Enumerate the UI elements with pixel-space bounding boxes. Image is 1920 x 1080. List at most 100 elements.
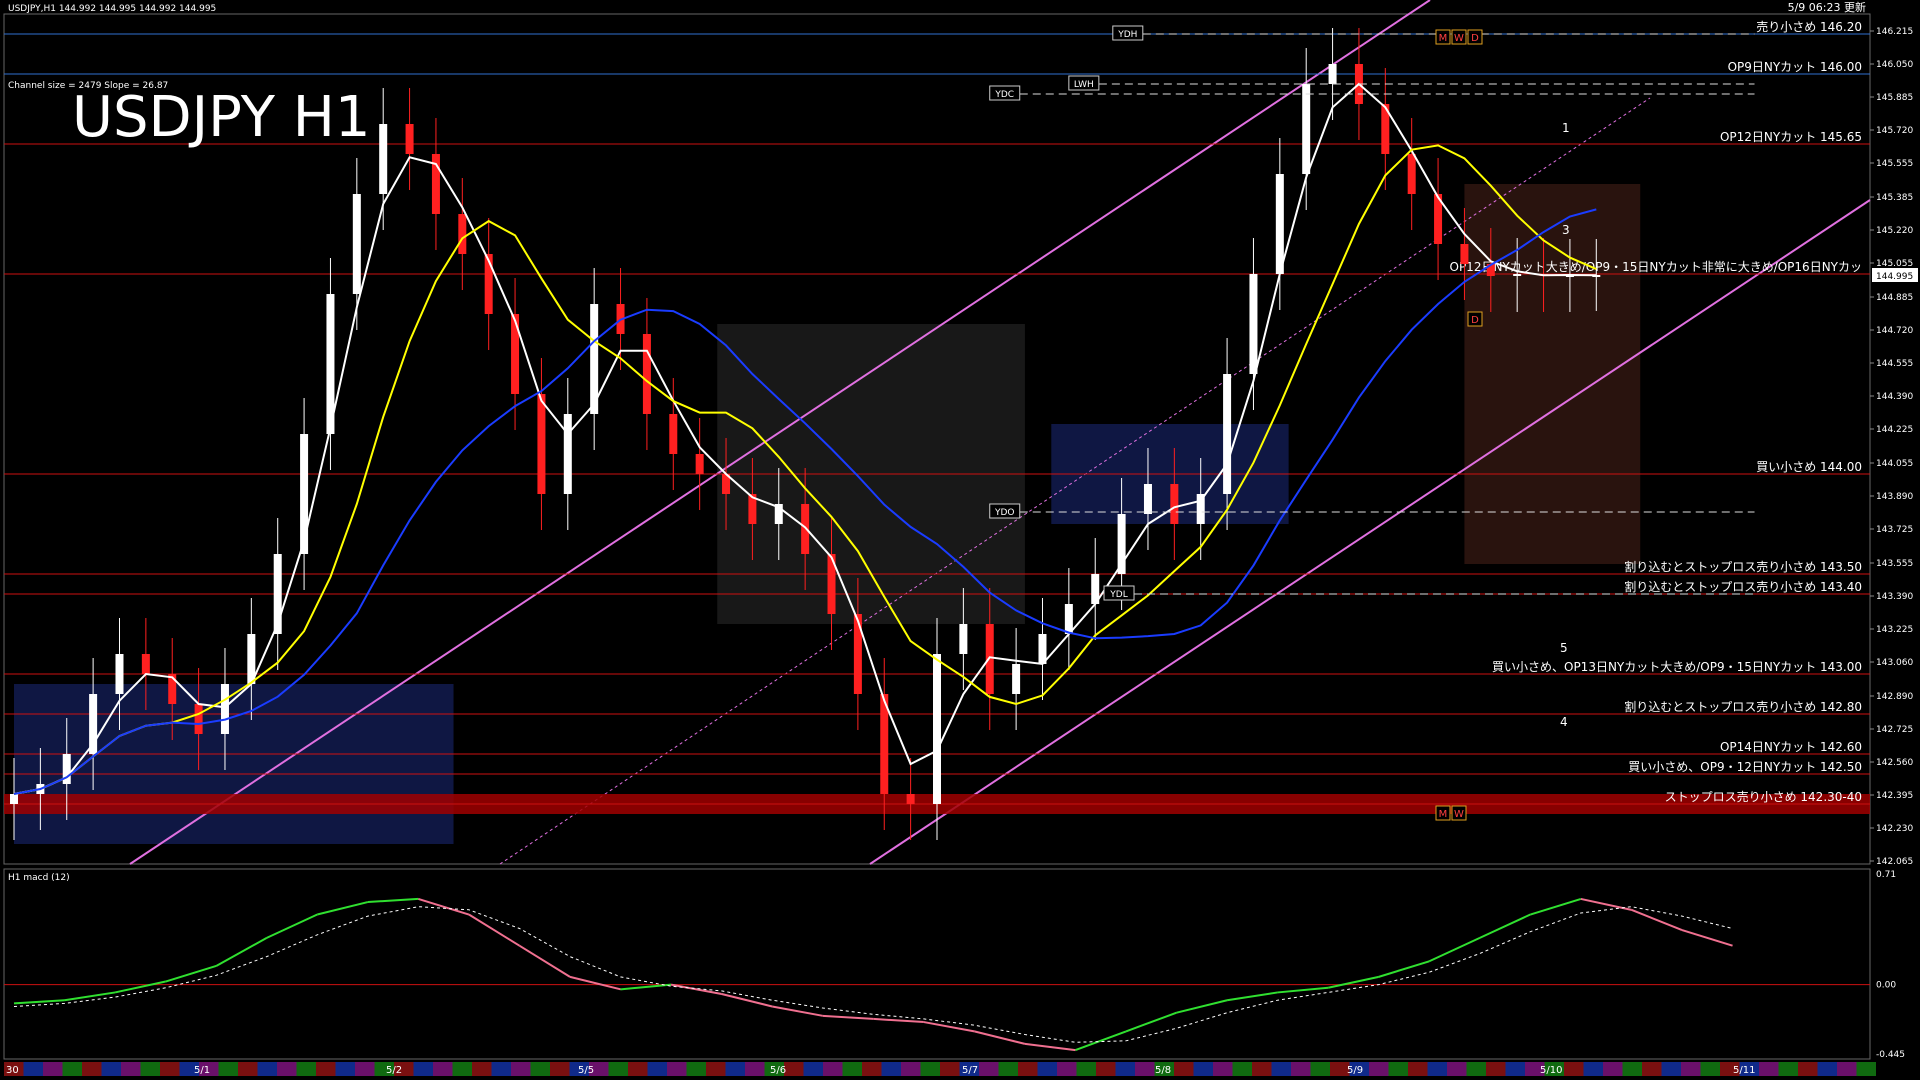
level-label-9: OP14日NYカット 142.60 bbox=[1720, 740, 1862, 754]
session-block bbox=[511, 1062, 531, 1076]
ytick-label-24: 142.230 bbox=[1876, 824, 1913, 834]
ytick-label-14: 143.890 bbox=[1876, 492, 1913, 502]
session-block bbox=[979, 1062, 999, 1076]
level-label-7: 買い小さめ、OP13日NYカット大きめ/OP9・15日NYカット 143.00 bbox=[1492, 660, 1862, 674]
ytick-label-20: 142.890 bbox=[1876, 692, 1913, 702]
xtick-label-0: 30 bbox=[6, 1065, 19, 1076]
session-block bbox=[1271, 1062, 1291, 1076]
candle-body bbox=[1249, 274, 1258, 374]
session-block bbox=[686, 1062, 706, 1076]
ytick-label-6: 145.220 bbox=[1876, 226, 1913, 236]
session-block bbox=[1076, 1062, 1096, 1076]
candle-body bbox=[220, 684, 229, 734]
ytick-label-22: 142.560 bbox=[1876, 758, 1913, 768]
ytick-label-10: 144.555 bbox=[1876, 359, 1913, 369]
session-block bbox=[257, 1062, 277, 1076]
updated-time: 5/9 06:23 更新 bbox=[1788, 0, 1866, 14]
session-block bbox=[43, 1062, 63, 1076]
big-title: USDJPY H1 bbox=[72, 85, 370, 150]
session-block bbox=[62, 1062, 82, 1076]
candle-body bbox=[933, 654, 941, 804]
level-label-8: 割り込むとストップロス売り小さめ 142.80 bbox=[1624, 699, 1862, 714]
level-label-10: 買い小さめ、OP9・12日NYカット 142.50 bbox=[1628, 760, 1862, 774]
candle-body bbox=[1223, 374, 1232, 494]
session-block bbox=[920, 1062, 940, 1076]
candle-body bbox=[1302, 84, 1311, 174]
session-block bbox=[901, 1062, 921, 1076]
level-label-1: OP9日NYカット 146.00 bbox=[1728, 60, 1862, 74]
candle-body bbox=[1143, 484, 1152, 514]
session-block bbox=[335, 1062, 355, 1076]
session-block bbox=[1681, 1062, 1701, 1076]
candle-body bbox=[1275, 174, 1284, 274]
xtick-label-9: 5/11 bbox=[1733, 1065, 1755, 1076]
session-block bbox=[998, 1062, 1018, 1076]
session-block bbox=[803, 1062, 823, 1076]
level-label-3: OP12日NYカット大きめ/OP9・15日NYカット非常に大きめ/OP16日NY… bbox=[1450, 260, 1863, 274]
wave-label-3: 4 bbox=[1560, 715, 1568, 729]
session-block bbox=[725, 1062, 745, 1076]
candle-body bbox=[959, 624, 968, 654]
session-block bbox=[1603, 1062, 1623, 1076]
session-block bbox=[1837, 1062, 1857, 1076]
level-label-2: OP12日NYカット 145.65 bbox=[1720, 130, 1862, 144]
session-block bbox=[1505, 1062, 1525, 1076]
ytick-label-16: 143.555 bbox=[1876, 559, 1913, 569]
candle-body bbox=[1170, 484, 1179, 524]
session-block bbox=[1018, 1062, 1038, 1076]
xtick-label-8: 5/10 bbox=[1540, 1065, 1562, 1076]
ytick-label-19: 143.060 bbox=[1876, 658, 1913, 668]
session-block bbox=[491, 1062, 511, 1076]
session-block bbox=[1310, 1062, 1330, 1076]
time-axis: 30 5/1 5/2 5/5 5/6 5/7 5/8 5/9 5/10 5/11 bbox=[4, 1062, 1876, 1076]
level-label-6: 割り込むとストップロス売り小さめ 143.40 bbox=[1624, 579, 1862, 594]
session-block bbox=[1213, 1062, 1233, 1076]
session-block bbox=[238, 1062, 258, 1076]
session-block bbox=[140, 1062, 160, 1076]
session-block bbox=[667, 1062, 687, 1076]
session-block bbox=[1564, 1062, 1584, 1076]
session-block bbox=[101, 1062, 121, 1076]
level-label-0: 売り小さめ 146.20 bbox=[1756, 19, 1862, 34]
session-block bbox=[316, 1062, 336, 1076]
session-block bbox=[472, 1062, 492, 1076]
candle-body bbox=[1012, 664, 1021, 694]
marker-label-0: YDH bbox=[1117, 30, 1137, 40]
session-block bbox=[121, 1062, 141, 1076]
macd-ytick-0: 0.71 bbox=[1876, 870, 1896, 880]
ytick-label-21: 142.725 bbox=[1876, 725, 1913, 735]
session-block bbox=[1037, 1062, 1057, 1076]
session-block bbox=[1193, 1062, 1213, 1076]
session-block bbox=[706, 1062, 726, 1076]
candle-body bbox=[300, 434, 309, 554]
badge-label-5: D bbox=[1471, 315, 1479, 326]
ytick-label-15: 143.725 bbox=[1876, 525, 1913, 535]
marker-label-3: YDO bbox=[994, 508, 1015, 518]
ytick-label-12: 144.225 bbox=[1876, 425, 1913, 435]
wave-label-2: 5 bbox=[1560, 641, 1568, 655]
session-block bbox=[1447, 1062, 1467, 1076]
candle-body bbox=[10, 794, 18, 804]
session-block bbox=[784, 1062, 804, 1076]
candle-body bbox=[563, 414, 572, 494]
ytick-label-18: 143.225 bbox=[1876, 625, 1913, 635]
session-block bbox=[1291, 1062, 1311, 1076]
session-block bbox=[23, 1062, 43, 1076]
badge-label-1: W bbox=[1454, 33, 1464, 44]
macd-label: H1 macd (12) bbox=[8, 873, 70, 883]
session-block bbox=[1642, 1062, 1662, 1076]
ytick-label-8: 144.885 bbox=[1876, 293, 1913, 303]
wave-label-0: 1 bbox=[1562, 121, 1570, 135]
badge-label-0: M bbox=[1439, 33, 1448, 44]
session-block bbox=[1798, 1062, 1818, 1076]
xtick-label-2: 5/2 bbox=[386, 1065, 402, 1076]
ytick-label-23: 142.395 bbox=[1876, 791, 1913, 801]
session-block bbox=[1759, 1062, 1779, 1076]
ytick-label-0: 146.215 bbox=[1876, 27, 1913, 37]
macd-ytick-1: 0.00 bbox=[1876, 981, 1896, 991]
session-block bbox=[1135, 1062, 1155, 1076]
xtick-label-1: 5/1 bbox=[194, 1065, 210, 1076]
ytick-label-5: 145.385 bbox=[1876, 193, 1913, 203]
session-block bbox=[452, 1062, 472, 1076]
session-block bbox=[160, 1062, 180, 1076]
